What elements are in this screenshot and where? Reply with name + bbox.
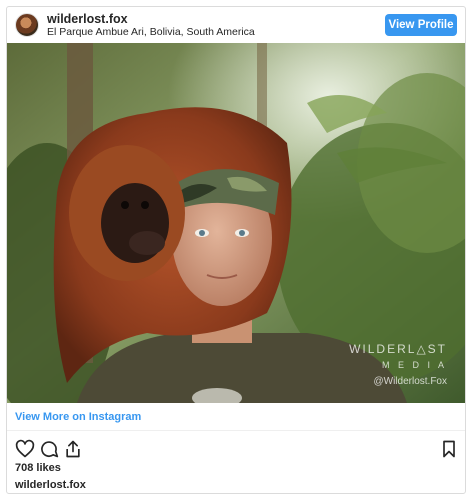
- avatar[interactable]: [15, 13, 39, 37]
- watermark-media: M E D I A: [382, 360, 447, 370]
- comment-icon[interactable]: [39, 439, 59, 459]
- likes-count[interactable]: 708 likes: [15, 462, 61, 474]
- footer-username[interactable]: wilderlost.fox: [15, 479, 86, 491]
- view-profile-button[interactable]: View Profile: [385, 14, 457, 36]
- bookmark-icon[interactable]: [439, 439, 459, 459]
- photo-illustration: WILDERL△ST M E D I A @Wilderlost.Fox: [7, 43, 465, 403]
- post-photo[interactable]: WILDERL△ST M E D I A @Wilderlost.Fox: [7, 43, 465, 403]
- watermark-handle: @Wilderlost.Fox: [374, 376, 448, 387]
- location[interactable]: El Parque Ambue Ari, Bolivia, South Amer…: [47, 26, 255, 38]
- watermark-brand: WILDERL△ST: [349, 342, 447, 356]
- username[interactable]: wilderlost.fox: [47, 12, 128, 26]
- view-more-link[interactable]: View More on Instagram: [15, 411, 141, 423]
- heart-icon[interactable]: [15, 439, 35, 459]
- view-more-row: View More on Instagram: [7, 405, 465, 431]
- post-header: wilderlost.fox El Parque Ambue Ari, Boli…: [7, 7, 465, 43]
- share-icon[interactable]: [63, 439, 83, 459]
- instagram-embed-card: wilderlost.fox El Parque Ambue Ari, Boli…: [6, 6, 466, 494]
